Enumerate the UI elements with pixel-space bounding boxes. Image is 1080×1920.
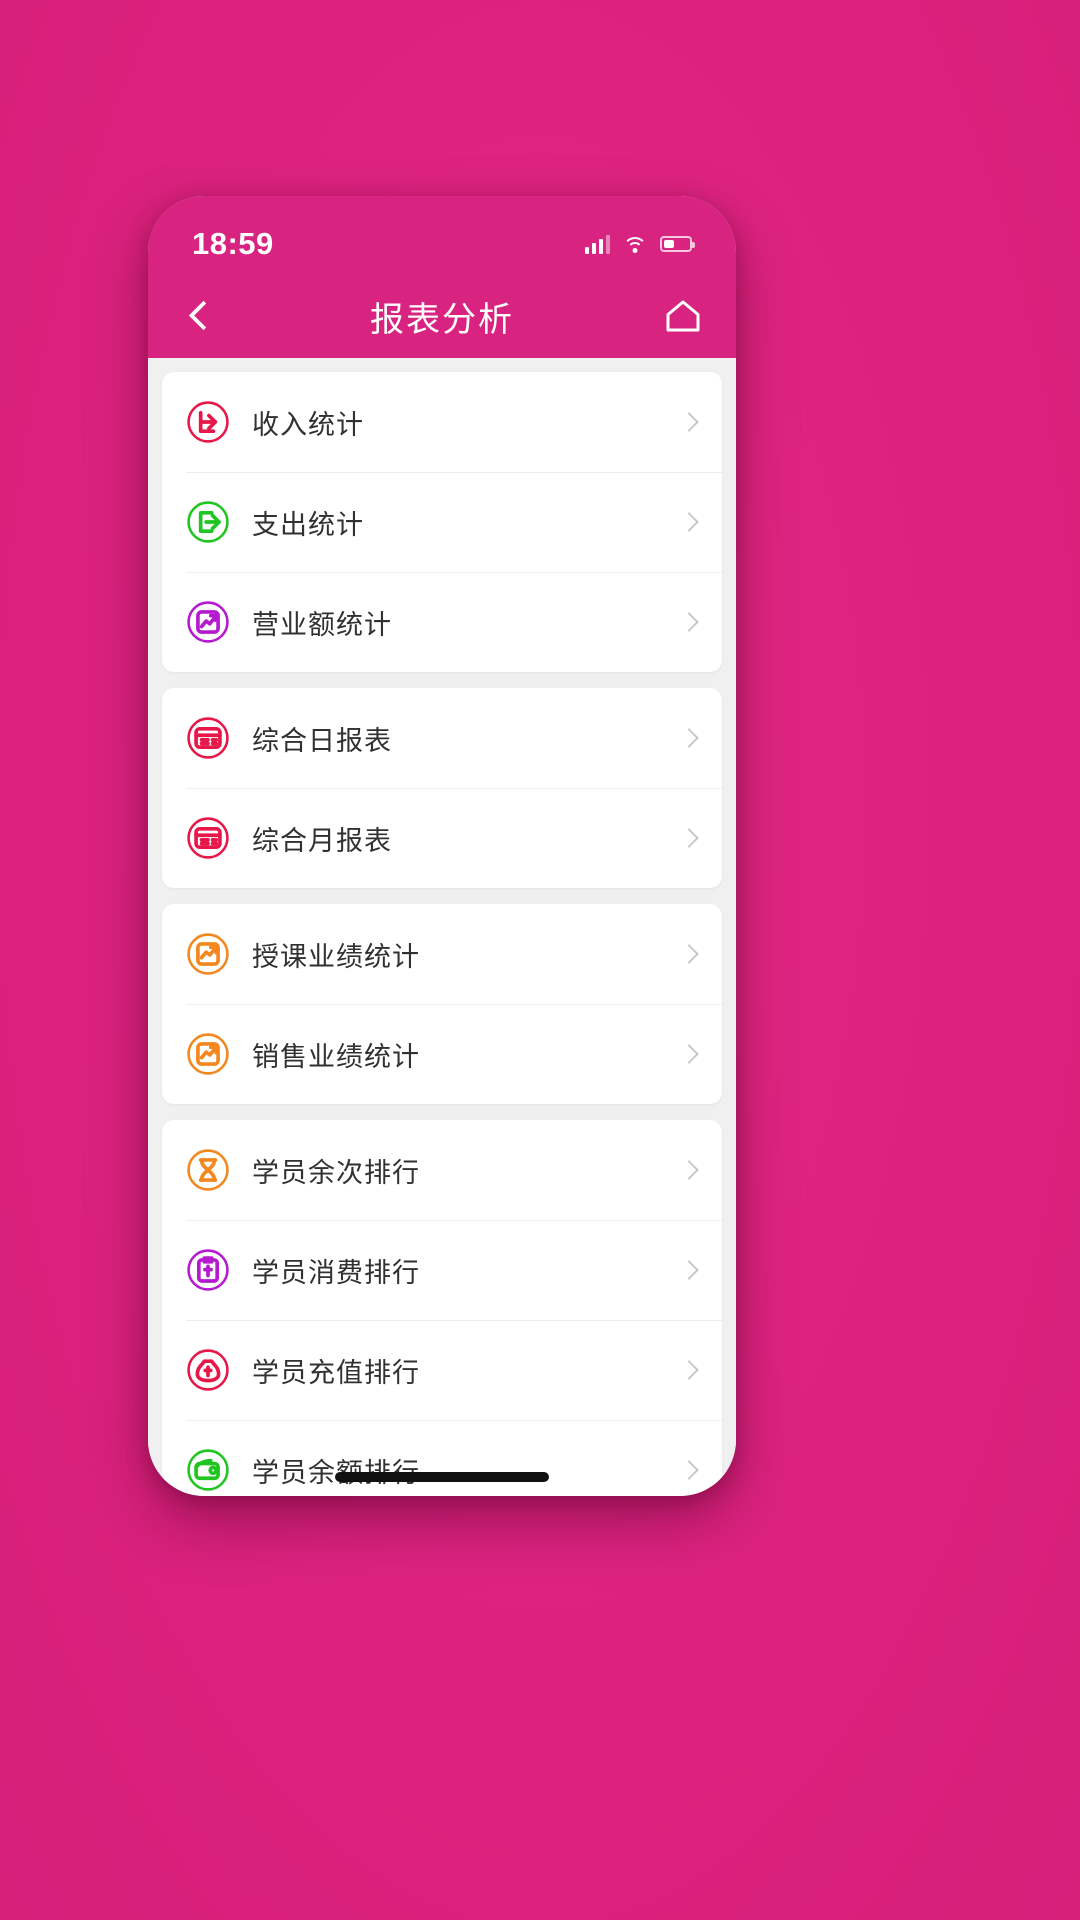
list-item-label: 支出统计 bbox=[252, 509, 364, 540]
list-item[interactable]: 收入统计 bbox=[162, 372, 722, 472]
chevron-right-icon bbox=[679, 1260, 699, 1280]
chevron-right-icon bbox=[679, 1360, 699, 1380]
report-group-card: 综合日报表综合月报表 bbox=[162, 688, 722, 888]
list-item[interactable]: 综合月报表 bbox=[162, 788, 722, 888]
list-item[interactable]: 学员余次排行 bbox=[162, 1120, 722, 1220]
chevron-right-icon bbox=[679, 1160, 699, 1180]
chevron-right-icon bbox=[679, 828, 699, 848]
chevron-right-icon bbox=[679, 944, 699, 964]
list-item-label: 学员消费排行 bbox=[252, 1257, 420, 1288]
list-item-label: 销售业绩统计 bbox=[252, 1041, 420, 1072]
list-item-label: 综合月报表 bbox=[252, 825, 392, 856]
list-item-label: 收入统计 bbox=[252, 409, 364, 440]
list-item-label: 学员余次排行 bbox=[252, 1157, 420, 1188]
battery-icon bbox=[660, 236, 695, 252]
clipboard-money-icon bbox=[186, 1248, 230, 1292]
report-list[interactable]: 收入统计 支出统计 营业额统计 综合日报表 综合月报表 授课业绩统计 销售业绩统计 学员余次排… bbox=[148, 358, 736, 1496]
list-item[interactable]: 授课业绩统计 bbox=[162, 904, 722, 1004]
back-button[interactable] bbox=[182, 299, 216, 333]
status-bar-icons bbox=[585, 234, 695, 254]
signal-bars-icon bbox=[585, 234, 610, 254]
chevron-right-icon bbox=[679, 1044, 699, 1064]
list-item-label: 综合日报表 bbox=[252, 725, 392, 756]
money-bag-icon bbox=[186, 1348, 230, 1392]
list-item-label: 营业额统计 bbox=[252, 609, 392, 640]
list-item[interactable]: 支出统计 bbox=[162, 472, 722, 572]
home-indicator bbox=[335, 1472, 549, 1482]
list-item[interactable]: 学员消费排行 bbox=[162, 1220, 722, 1320]
list-item-label: 授课业绩统计 bbox=[252, 941, 420, 972]
status-bar-time: 18:59 bbox=[192, 226, 274, 261]
chevron-right-icon bbox=[679, 728, 699, 748]
list-item[interactable]: 学员余额排行 bbox=[162, 1420, 722, 1496]
page-title: 报表分析 bbox=[370, 300, 514, 339]
list-item[interactable]: 营业额统计 bbox=[162, 572, 722, 672]
status-bar: 18:59 bbox=[148, 196, 736, 274]
list-item-label: 学员充值排行 bbox=[252, 1357, 420, 1388]
income-arrow-in-icon bbox=[186, 400, 230, 444]
home-icon[interactable] bbox=[664, 298, 702, 334]
report-group-card: 收入统计支出统计营业额统计 bbox=[162, 372, 722, 672]
report-group-card: 授课业绩统计 销售业绩统计 bbox=[162, 904, 722, 1104]
teaching-performance-icon bbox=[186, 932, 230, 976]
chevron-right-icon bbox=[679, 412, 699, 432]
list-item-label: 学员余额排行 bbox=[252, 1451, 420, 1490]
report-group-card: 学员余次排行学员消费排行学员充值排行学员余额排行学员积分排行 bbox=[162, 1120, 722, 1496]
monthly-report-icon bbox=[186, 816, 230, 860]
nav-header: 报表分析 bbox=[148, 274, 736, 358]
list-item[interactable]: 综合日报表 bbox=[162, 688, 722, 788]
hourglass-icon bbox=[186, 1148, 230, 1192]
chevron-right-icon bbox=[679, 1460, 699, 1480]
wallet-icon bbox=[186, 1448, 230, 1492]
chevron-right-icon bbox=[679, 612, 699, 632]
chevron-right-icon bbox=[679, 512, 699, 532]
wifi-icon bbox=[623, 235, 647, 253]
list-item[interactable]: 学员充值排行 bbox=[162, 1320, 722, 1420]
daily-report-icon bbox=[186, 716, 230, 760]
revenue-chart-icon bbox=[186, 600, 230, 644]
phone-frame: 18:59 报表分析 收入统计支出统计营业额统计综合日报表综合月报表授课业绩统计… bbox=[148, 196, 736, 1496]
expense-arrow-out-icon bbox=[186, 500, 230, 544]
sales-performance-icon bbox=[186, 1032, 230, 1076]
list-item[interactable]: 销售业绩统计 bbox=[162, 1004, 722, 1104]
